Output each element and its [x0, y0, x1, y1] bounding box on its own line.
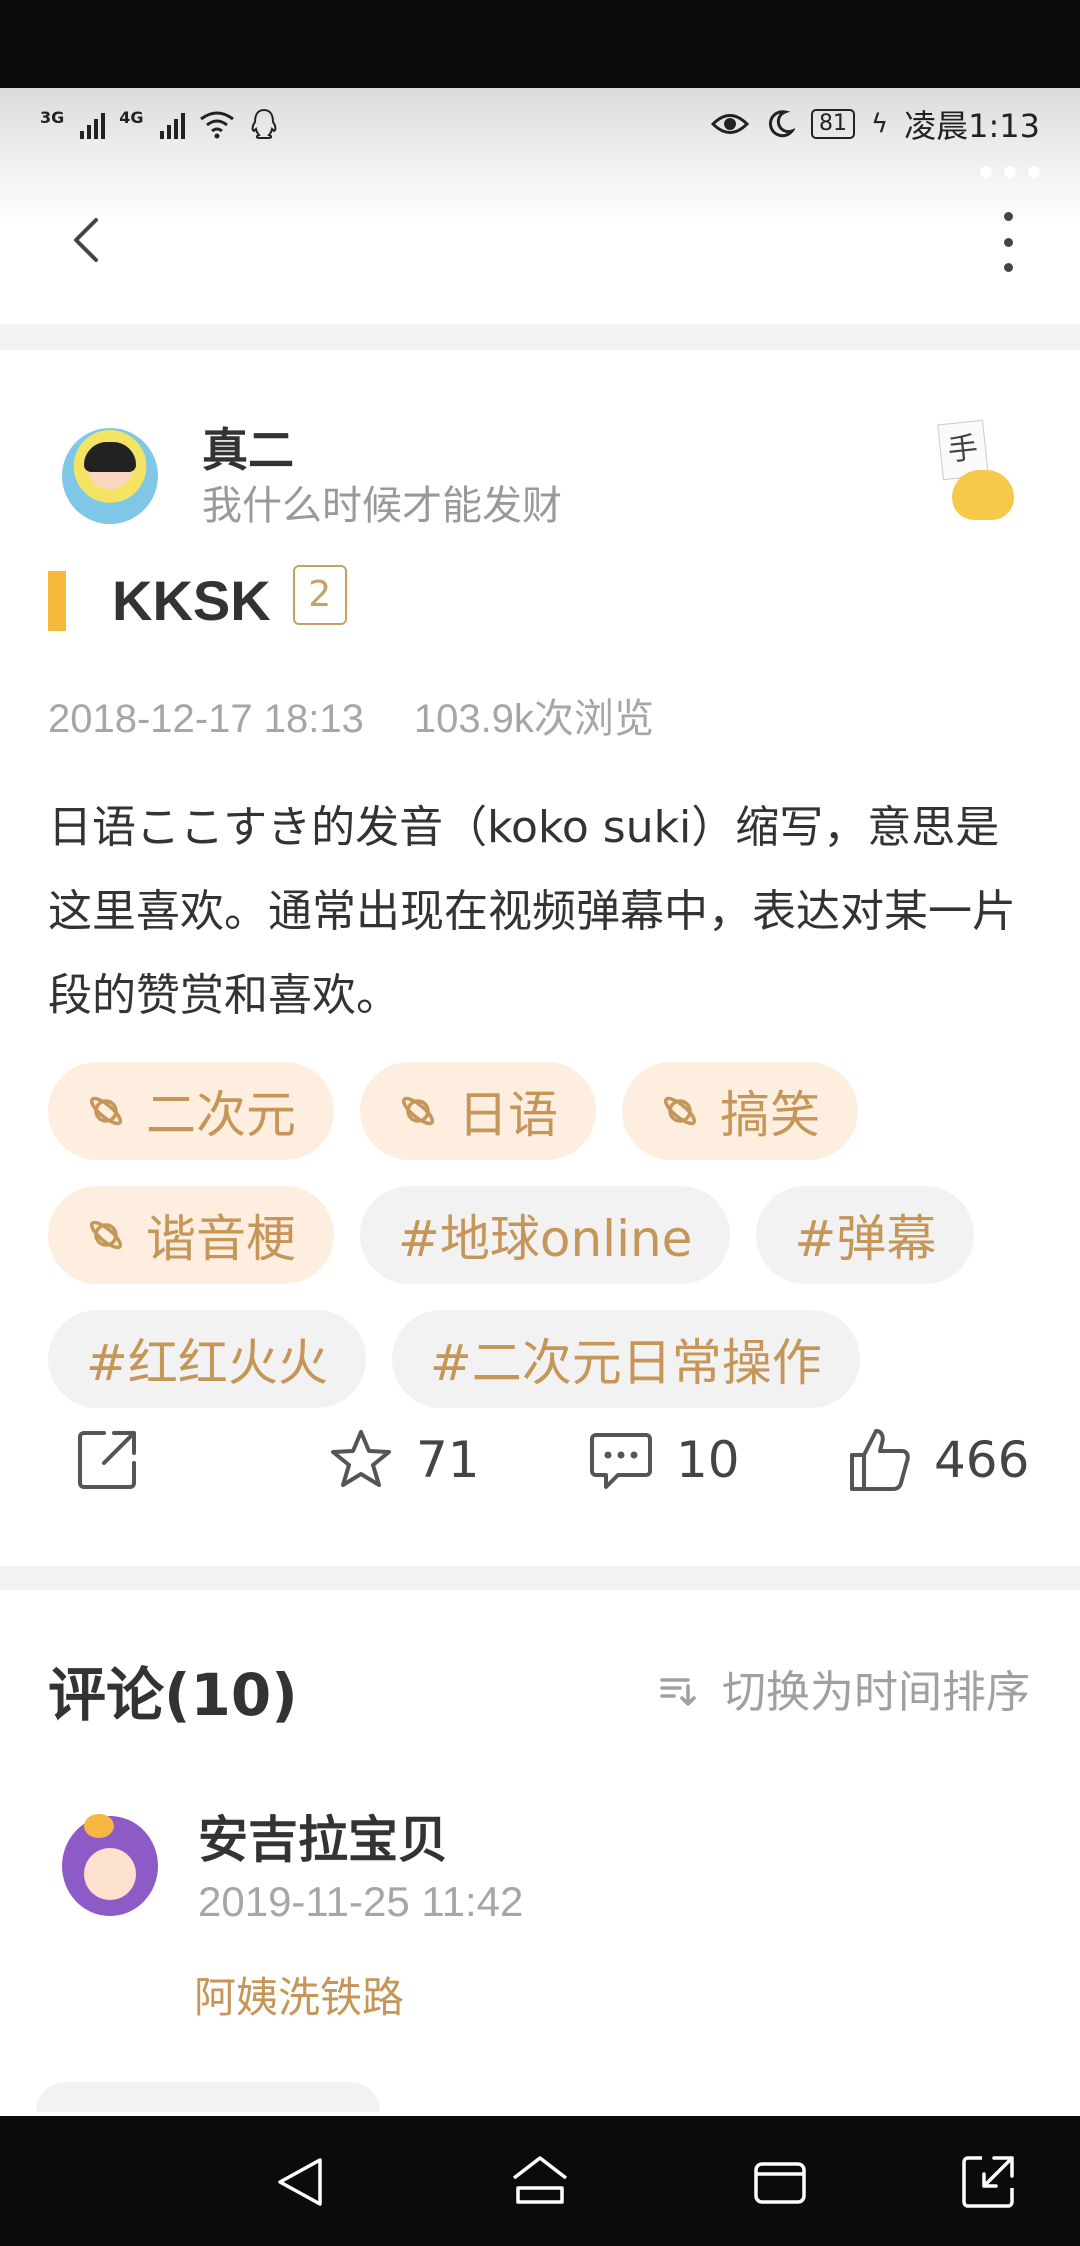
nav-recents-icon[interactable]	[748, 2150, 812, 2214]
moon-icon	[769, 110, 795, 138]
tag-chip[interactable]: #二次元日常操作	[391, 1310, 860, 1408]
sort-label: 切换为时间排序	[722, 1667, 1030, 1718]
tag-label: #二次元日常操作	[429, 1334, 822, 1392]
nav-back-icon[interactable]	[268, 2150, 332, 2214]
network-3g-label: 3G	[40, 108, 65, 127]
back-icon[interactable]	[62, 210, 110, 270]
comment-body: 阿姨洗铁路	[194, 1973, 405, 2022]
eye-icon	[710, 114, 749, 134]
like-button[interactable]: 466	[846, 1410, 1029, 1510]
avatar[interactable]	[62, 428, 158, 524]
badge-blob	[952, 470, 1014, 520]
like-count: 466	[934, 1431, 1030, 1489]
camera-bar	[0, 0, 1080, 88]
view-count: 103.9k次浏览	[413, 697, 654, 741]
planet-icon	[401, 1096, 435, 1126]
input-bar-peek	[36, 2082, 380, 2112]
tag-label: 谐音梗	[146, 1210, 296, 1268]
planet-icon	[89, 1220, 123, 1250]
star-icon	[331, 1430, 391, 1487]
action-bar: 71 10 466	[0, 1410, 1080, 1510]
tag-list: 二次元 日语 搞笑 谐音梗 #地球online #弹幕 #红红火火 #二次元日常…	[48, 1062, 1048, 1408]
nav-home-icon[interactable]	[508, 2150, 572, 2214]
qq-icon	[251, 108, 276, 139]
term-card: 真二 我什么时候才能发财 手 KKSK 2 2018-12-17 18:13 10…	[0, 350, 1080, 1562]
tag-chip[interactable]: 二次元	[48, 1062, 334, 1160]
term-title: KKSK	[112, 569, 271, 632]
favorite-count: 71	[416, 1431, 480, 1489]
planet-icon	[89, 1096, 123, 1126]
share-button[interactable]	[74, 1410, 162, 1510]
tag-label: 搞笑	[720, 1086, 820, 1144]
sort-icon	[660, 1678, 696, 1706]
tag-label: #地球online	[398, 1210, 693, 1268]
sort-toggle-button[interactable]: 切换为时间排序	[658, 1656, 1030, 1720]
term-accent-bar	[48, 570, 66, 631]
more-icon[interactable]	[998, 212, 1018, 272]
user-badge-icon: 手	[937, 419, 1014, 520]
tag-chip[interactable]: #地球online	[360, 1186, 731, 1284]
clock: 凌晨1:13	[904, 107, 1040, 145]
charging-icon: ϟ	[870, 109, 889, 139]
tag-chip[interactable]: #红红火火	[48, 1310, 366, 1408]
section-divider	[0, 324, 1080, 350]
tag-chip[interactable]: 谐音梗	[48, 1186, 334, 1284]
author-signature: 我什么时候才能发财	[202, 483, 562, 529]
comment-author[interactable]: 安吉拉宝贝	[198, 1808, 448, 1872]
definition-count-badge: 2	[292, 564, 347, 625]
menu-dots	[980, 166, 1040, 178]
author-name[interactable]: 真二	[202, 420, 562, 480]
comment-time: 2019-11-25 11:42	[198, 1878, 524, 1925]
status-bar: 3G 4G 81 ϟ 凌晨1:13	[0, 88, 1080, 160]
comment-button[interactable]: 10	[588, 1410, 740, 1510]
tag-chip[interactable]: #弹幕	[756, 1186, 975, 1284]
signal-icon	[159, 109, 185, 139]
tag-chip[interactable]: 日语	[360, 1062, 596, 1160]
section-divider	[0, 1566, 1080, 1590]
term-description: 日语ここすき的发音（koko suki）缩写，意思是这里喜欢。通常出现在视频弹幕…	[48, 802, 1016, 1021]
post-date: 2018-12-17 18:13	[48, 697, 364, 741]
share-icon	[78, 1431, 136, 1489]
system-nav-bar	[0, 2116, 1080, 2246]
network-4g-label: 4G	[119, 108, 144, 127]
comment-count: 10	[676, 1431, 740, 1489]
wifi-icon	[199, 111, 234, 139]
author-row[interactable]: 真二 我什么时候才能发财	[62, 420, 562, 532]
favorite-button[interactable]: 71	[328, 1410, 480, 1510]
tag-label: #红红火火	[86, 1334, 328, 1392]
tag-label: #弹幕	[794, 1210, 937, 1268]
comment-icon	[590, 1433, 652, 1489]
tag-label: 二次元	[146, 1086, 296, 1144]
nav-expand-icon[interactable]	[956, 2150, 1020, 2214]
comments-header: 评论(10)	[48, 1661, 298, 1729]
signal-icon	[80, 109, 106, 139]
tag-label: 日语	[458, 1086, 558, 1144]
avatar[interactable]	[62, 1814, 158, 1916]
planet-icon	[663, 1096, 697, 1126]
battery-level: 81	[810, 109, 855, 139]
top-nav-bar	[0, 160, 1080, 324]
thumb-up-icon	[850, 1429, 910, 1491]
post-meta: 2018-12-17 18:13 103.9k次浏览	[48, 686, 654, 744]
tag-chip[interactable]: 搞笑	[622, 1062, 858, 1160]
